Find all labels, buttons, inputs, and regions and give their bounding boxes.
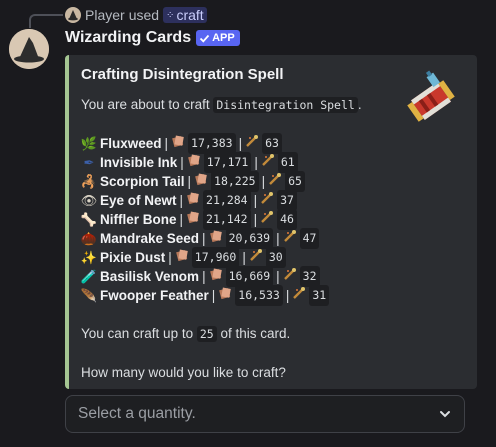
ingredient-owned: 16,533 — [235, 285, 283, 306]
ingredient-owned: 21,142 — [203, 209, 251, 230]
embed-description: You are about to craft Disintegration Sp… — [81, 95, 465, 382]
quantity-select[interactable]: Select a quantity. — [65, 395, 465, 433]
ingredient-name: Pixie Dust — [100, 250, 166, 265]
ingredient-required: 63 — [262, 133, 282, 154]
card-stack-icon — [171, 134, 185, 153]
ingredient-required: 30 — [265, 247, 286, 268]
ingredient-row: 🌿 Fluxweed | 17,383 | 63 — [80, 133, 465, 154]
wand-icon — [249, 248, 263, 267]
chevron-down-icon — [440, 411, 450, 418]
question-line: How many would you like to craft? — [81, 365, 286, 380]
ingredient-name: Scorpion Tail — [100, 174, 185, 189]
author-name[interactable]: Wizarding Cards — [65, 29, 191, 47]
wand-icon — [245, 134, 259, 153]
message-header: Wizarding Cards APP — [65, 28, 240, 48]
spell-name-code: Disintegration Spell — [213, 97, 358, 113]
reply-connector — [29, 14, 63, 28]
eye-of-newt-icon: 👁 — [80, 193, 98, 208]
card-stack-icon — [209, 229, 223, 248]
reply-context[interactable]: Player used ⁘ craft — [65, 6, 207, 24]
ingredient-row: 👁 Eye of Newt | 21,284 | 37 — [80, 190, 465, 211]
basilisk-venom-icon: 🧪 — [80, 269, 98, 284]
ingredient-owned: 20,639 — [225, 228, 274, 249]
ingredient-row: 🦴 Niffler Bone | 21,142 | 46 — [80, 209, 465, 230]
ingredient-row: ✨ Pixie Dust | 17,960 | 30 — [80, 247, 465, 268]
craft-limit-count: 25 — [196, 326, 217, 342]
mandrake-seed-icon: 🌰 — [80, 231, 98, 246]
check-icon — [199, 34, 210, 43]
card-stack-icon — [186, 191, 200, 210]
card-stack-icon — [209, 267, 223, 286]
bot-avatar[interactable] — [9, 29, 49, 69]
ingredient-required: 61 — [277, 152, 298, 173]
craft-limit-suffix: of this card. — [220, 326, 291, 341]
wand-icon — [268, 172, 282, 191]
craft-limit-line: You can craft up to 25 of this card. — [81, 324, 465, 344]
intro-suffix: . — [357, 97, 362, 112]
craft-embed: Crafting Disintegration Spell You are ab… — [65, 55, 477, 389]
ingredient-row: 🪶 Fwooper Feather | 16,533 | 31 — [80, 285, 465, 306]
ingredient-owned: 18,225 — [211, 171, 259, 192]
card-stack-icon — [218, 286, 232, 305]
card-stack-icon — [187, 153, 201, 172]
intro-prefix: You are about to craft — [81, 97, 210, 112]
scorpion-tail-icon: 🦂 — [80, 174, 98, 189]
ingredient-required: 65 — [285, 171, 305, 192]
fwooper-feather-icon: 🪶 — [80, 288, 98, 303]
ingredient-name: Fwooper Feather — [100, 288, 209, 303]
app-badge-label: APP — [212, 32, 235, 44]
card-stack-icon — [186, 210, 200, 229]
ingredient-name: Eye of Newt — [100, 193, 177, 208]
app-badge: APP — [196, 30, 240, 46]
ingredient-required: 46 — [277, 209, 297, 230]
niffler-bone-icon: 🦴 — [80, 212, 98, 227]
card-stack-icon — [175, 248, 189, 267]
ingredient-owned: 17,383 — [188, 133, 236, 154]
spell-thumbnail — [399, 69, 463, 133]
card-stack-icon — [194, 172, 208, 191]
command-mention[interactable]: ⁘ craft — [163, 7, 207, 23]
wand-icon — [283, 229, 297, 248]
ingredient-required: 47 — [299, 228, 320, 249]
ingredient-row: ✒ Invisible Ink | 17,171 | 61 — [81, 152, 465, 173]
pixie-dust-icon: ✨ — [80, 250, 98, 265]
wand-icon — [260, 191, 274, 210]
wand-icon — [260, 210, 274, 229]
quantity-select-placeholder: Select a quantity. — [78, 405, 196, 422]
ingredient-owned: 21,284 — [203, 190, 251, 211]
ingredient-name: Basilisk Venom — [100, 269, 200, 284]
ingredient-owned: 17,171 — [203, 152, 252, 173]
craft-limit-prefix: You can craft up to — [81, 326, 194, 341]
ingredient-row: 🌰 Mandrake Seed | 20,639 | 47 — [80, 228, 465, 249]
ingredient-name: Niffler Bone — [100, 212, 177, 227]
ingredient-owned: 17,960 — [191, 247, 240, 268]
ingredient-name: Invisible Ink — [100, 155, 178, 170]
ingredient-name: Fluxweed — [100, 136, 162, 151]
ingredient-name: Mandrake Seed — [100, 231, 200, 246]
wand-icon — [283, 267, 297, 286]
ingredient-list: 🌿 Fluxweed | 17,383 | 63 ✒ Invisible Ink | 17,171… — [80, 133, 465, 306]
ingredient-required: 31 — [309, 285, 330, 306]
reply-verb: used — [128, 7, 160, 23]
fluxweed-icon: 🌿 — [80, 136, 98, 151]
ingredient-row: 🧪 Basilisk Venom | 16,669 | 32 — [80, 266, 465, 287]
ingredient-required: 32 — [299, 266, 320, 287]
wand-icon — [261, 153, 275, 172]
wand-icon — [292, 286, 306, 305]
player-avatar — [65, 7, 81, 23]
reply-user[interactable]: Player — [85, 7, 125, 23]
command-name: craft — [176, 7, 204, 23]
command-icon: ⁘ — [166, 9, 175, 21]
ingredient-required: 37 — [277, 190, 297, 211]
invisible-ink-icon: ✒ — [83, 155, 95, 170]
ingredient-row: 🦂 Scorpion Tail | 18,225 | 65 — [80, 171, 465, 192]
ingredient-owned: 16,669 — [225, 266, 274, 287]
